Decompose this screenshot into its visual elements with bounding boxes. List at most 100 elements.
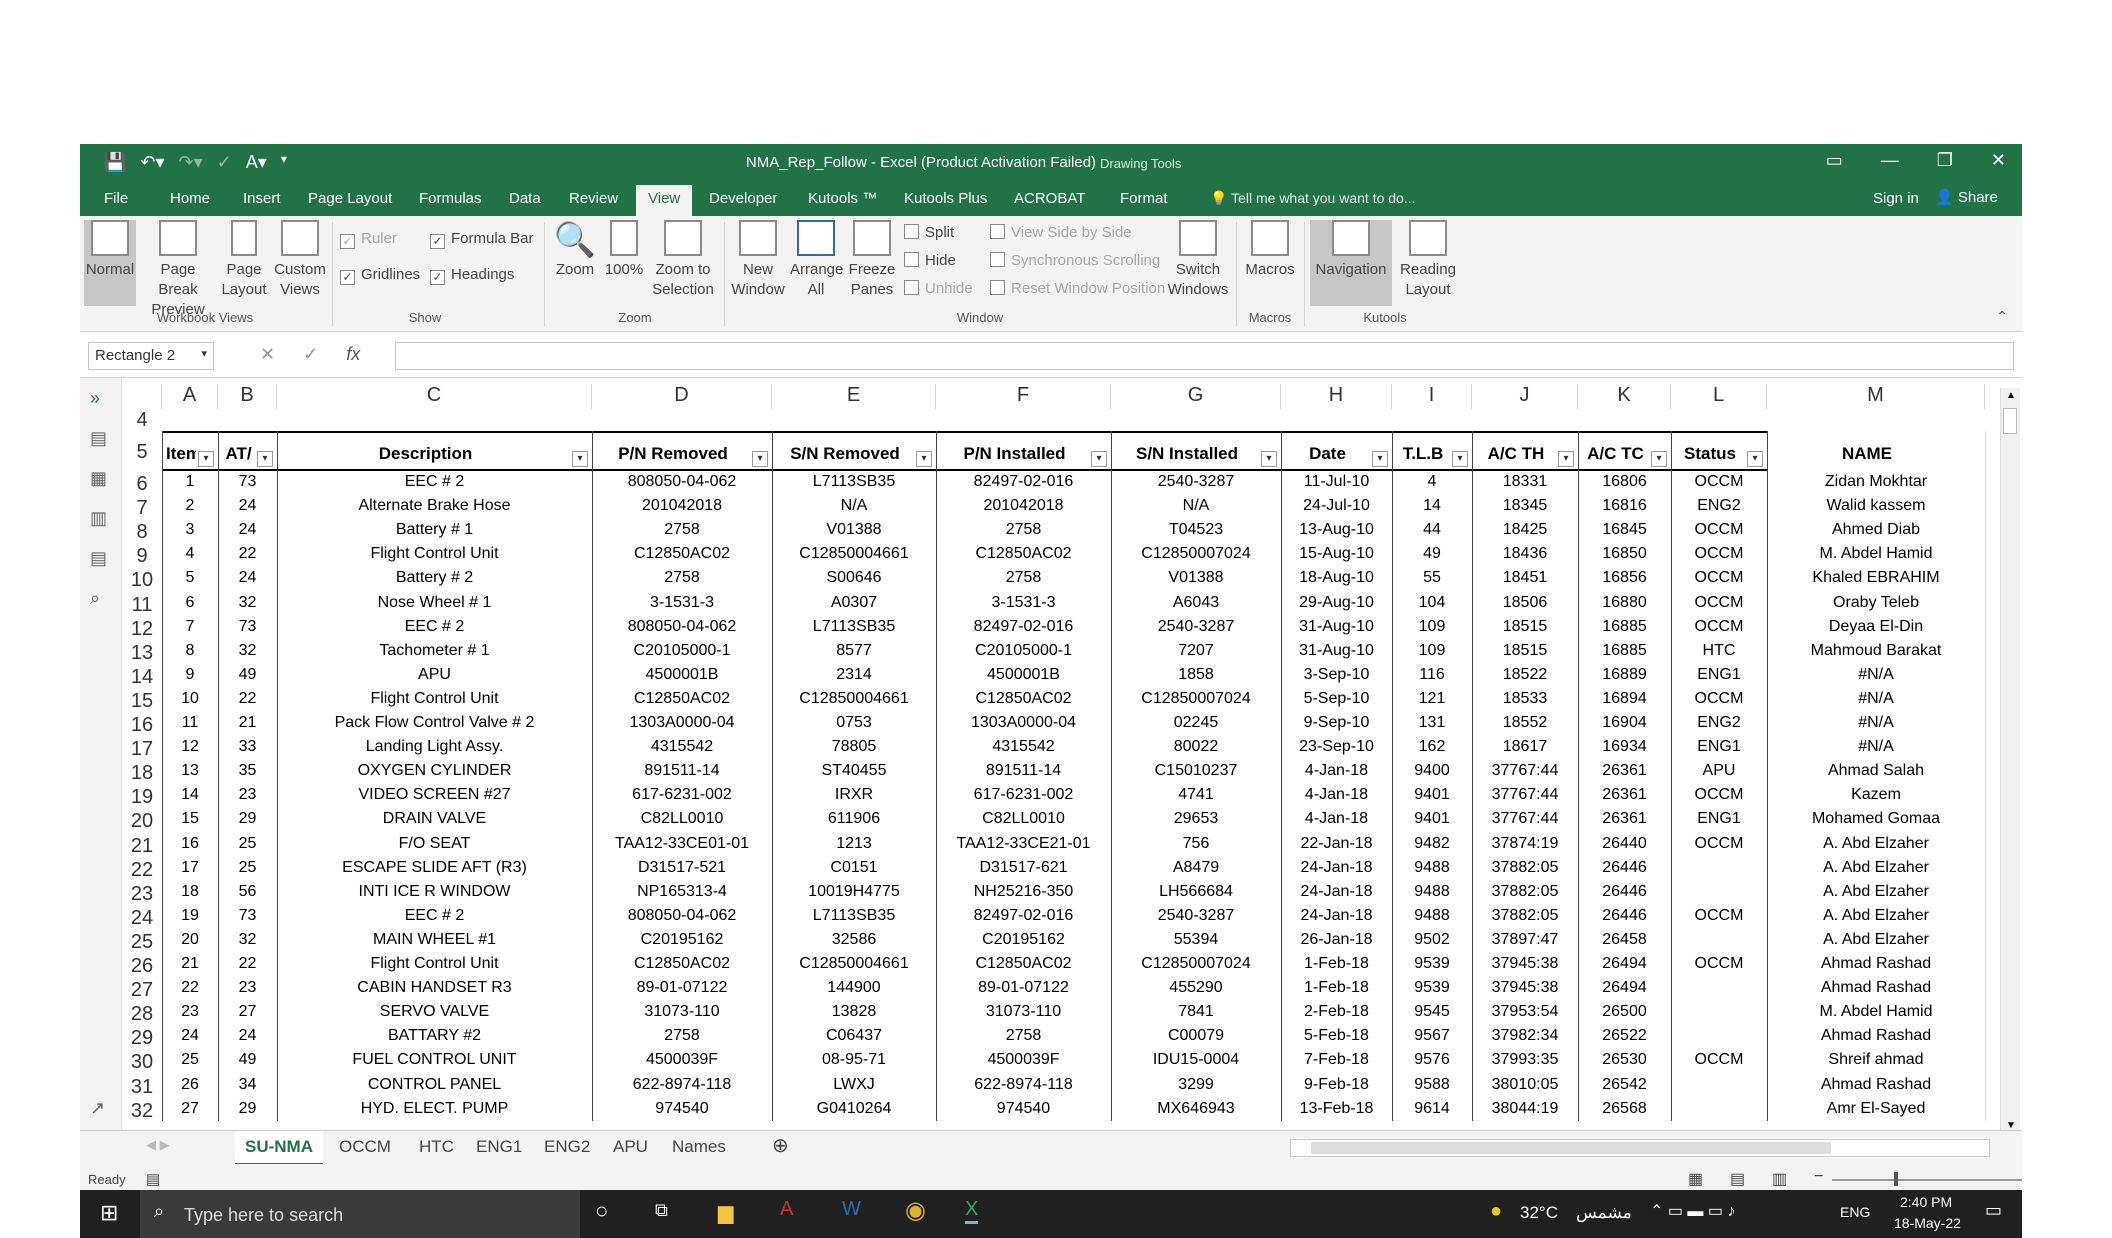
table-cell[interactable]: C20195162	[936, 931, 1111, 949]
table-cell[interactable]: 21	[218, 714, 277, 732]
table-cell[interactable]: A8479	[1111, 859, 1281, 877]
table-cell[interactable]: C12850AC02	[936, 955, 1111, 973]
table-cell[interactable]: 109	[1392, 642, 1472, 660]
table-cell[interactable]: Ahmed Diab	[1767, 521, 1985, 539]
table-cell[interactable]: A. Abd Elzaher	[1767, 931, 1985, 949]
table-cell[interactable]: 9488	[1392, 907, 1472, 925]
table-cell[interactable]: 3299	[1111, 1076, 1281, 1094]
filter-dropdown-icon[interactable]: ▾	[752, 451, 768, 467]
prev-sheet-icon[interactable]: ◀ ▶	[146, 1137, 170, 1153]
table-cell[interactable]: 15	[162, 810, 218, 828]
tab-review[interactable]: Review	[569, 190, 618, 207]
view-side-by-side-button[interactable]: View Side by Side	[990, 224, 1132, 241]
row-header[interactable]: 27	[122, 979, 162, 1002]
row-header[interactable]: 14	[122, 666, 162, 689]
table-cell[interactable]: 6	[162, 594, 218, 612]
table-cell[interactable]: 32	[218, 931, 277, 949]
table-cell[interactable]: 617-6231-002	[936, 786, 1111, 804]
clock-time[interactable]: 2:40 PM	[1900, 1194, 1952, 1210]
table-cell[interactable]: 7	[162, 618, 218, 636]
table-cell[interactable]: 2540-3287	[1111, 618, 1281, 636]
table-cell[interactable]: 82497-02-016	[936, 473, 1111, 491]
table-cell[interactable]: Amr El-Sayed	[1767, 1100, 1985, 1118]
table-cell[interactable]: 16885	[1578, 642, 1671, 660]
ruler-checkbox[interactable]: ✓ Ruler	[340, 230, 397, 249]
table-cell[interactable]: 4500039F	[592, 1051, 772, 1069]
table-cell[interactable]: N/A	[1111, 497, 1281, 515]
table-cell[interactable]: 1303A0000-04	[592, 714, 772, 732]
table-cell[interactable]: Ahmad Rashad	[1767, 1076, 1985, 1094]
language-indicator[interactable]: ENG	[1840, 1204, 1870, 1220]
table-cell[interactable]: 4741	[1111, 786, 1281, 804]
table-cell[interactable]: C12850004661	[772, 545, 936, 563]
col-header-g[interactable]: G	[1111, 384, 1281, 409]
table-cell[interactable]: OCCM	[1671, 594, 1767, 612]
expand-pane-icon[interactable]: »	[90, 388, 100, 409]
table-cell[interactable]: 26-Jan-18	[1281, 931, 1392, 949]
table-cell[interactable]: 37897:47	[1472, 931, 1578, 949]
table-cell[interactable]: V01388	[1111, 569, 1281, 587]
restore-icon[interactable]: ❐	[1937, 150, 1953, 171]
table-cell[interactable]: 55	[1392, 569, 1472, 587]
page-break-preview-button[interactable]: Page Break Preview	[140, 220, 216, 320]
row-header[interactable]: 32	[122, 1100, 162, 1123]
table-cell[interactable]: 1858	[1111, 666, 1281, 684]
table-cell[interactable]: 31073-110	[592, 1003, 772, 1021]
table-cell[interactable]: 26361	[1578, 762, 1671, 780]
table-cell[interactable]: 14	[1392, 497, 1472, 515]
table-cell[interactable]: L7113SB35	[772, 473, 936, 491]
table-cell[interactable]: 26500	[1578, 1003, 1671, 1021]
formula-input[interactable]	[395, 342, 2014, 370]
table-cell[interactable]: 4-Jan-18	[1281, 786, 1392, 804]
col-header-c[interactable]: C	[277, 384, 592, 409]
select-all-corner[interactable]	[122, 384, 162, 409]
table-cell[interactable]: NH25216-350	[936, 883, 1111, 901]
table-cell[interactable]: OXYGEN CYLINDER	[277, 762, 592, 780]
table-cell[interactable]: 3-1531-3	[936, 594, 1111, 612]
table-cell[interactable]: 7207	[1111, 642, 1281, 660]
table-cell[interactable]: 23-Sep-10	[1281, 738, 1392, 756]
table-cell[interactable]: 20	[162, 931, 218, 949]
table-cell[interactable]: 4-Jan-18	[1281, 762, 1392, 780]
row-header[interactable]: 18	[122, 762, 162, 785]
table-cell[interactable]: 26522	[1578, 1027, 1671, 1045]
table-cell[interactable]: 26530	[1578, 1051, 1671, 1069]
table-cell[interactable]: A. Abd Elzaher	[1767, 883, 1985, 901]
filter-dropdown-icon[interactable]: ▾	[257, 451, 273, 467]
row-header[interactable]: 21	[122, 835, 162, 858]
table-cell[interactable]: N/A	[772, 497, 936, 515]
table-cell[interactable]: #N/A	[1767, 738, 1985, 756]
row-header[interactable]: 15	[122, 690, 162, 713]
table-cell[interactable]: HTC	[1671, 642, 1767, 660]
table-cell[interactable]: 37882:05	[1472, 907, 1578, 925]
table-cell[interactable]: 9539	[1392, 979, 1472, 997]
table-cell[interactable]: A. Abd Elzaher	[1767, 859, 1985, 877]
table-cell[interactable]: 18552	[1472, 714, 1578, 732]
table-cell[interactable]: OCCM	[1671, 786, 1767, 804]
table-cell[interactable]: Nose Wheel # 1	[277, 594, 592, 612]
table-cell[interactable]: 4	[162, 545, 218, 563]
table-cell[interactable]: 56	[218, 883, 277, 901]
col-header-a[interactable]: A	[162, 384, 218, 409]
table-cell[interactable]: 9502	[1392, 931, 1472, 949]
col-header-j[interactable]: J	[1472, 384, 1578, 409]
table-cell[interactable]: 89-01-07122	[936, 979, 1111, 997]
macro-record-icon[interactable]: ▤	[146, 1170, 160, 1188]
table-cell[interactable]: OCCM	[1671, 545, 1767, 563]
table-cell[interactable]: #N/A	[1767, 690, 1985, 708]
table-cell[interactable]: F/O SEAT	[277, 835, 592, 853]
table-cell[interactable]: 10	[162, 690, 218, 708]
table-cell[interactable]: 26458	[1578, 931, 1671, 949]
table-cell[interactable]: 38044:19	[1472, 1100, 1578, 1118]
table-cell[interactable]: 201042018	[592, 497, 772, 515]
table-cell[interactable]: 5	[162, 569, 218, 587]
table-cell[interactable]: ENG1	[1671, 738, 1767, 756]
table-cell[interactable]: 24	[218, 569, 277, 587]
table-cell[interactable]: A. Abd Elzaher	[1767, 907, 1985, 925]
table-cell[interactable]: C12850004661	[772, 955, 936, 973]
sheet-tab-htc[interactable]: HTC	[419, 1137, 454, 1157]
table-cell[interactable]: 80022	[1111, 738, 1281, 756]
table-cell[interactable]: 37953:54	[1472, 1003, 1578, 1021]
table-cell[interactable]: 18-Aug-10	[1281, 569, 1392, 587]
row-header[interactable]: 8	[122, 521, 162, 544]
